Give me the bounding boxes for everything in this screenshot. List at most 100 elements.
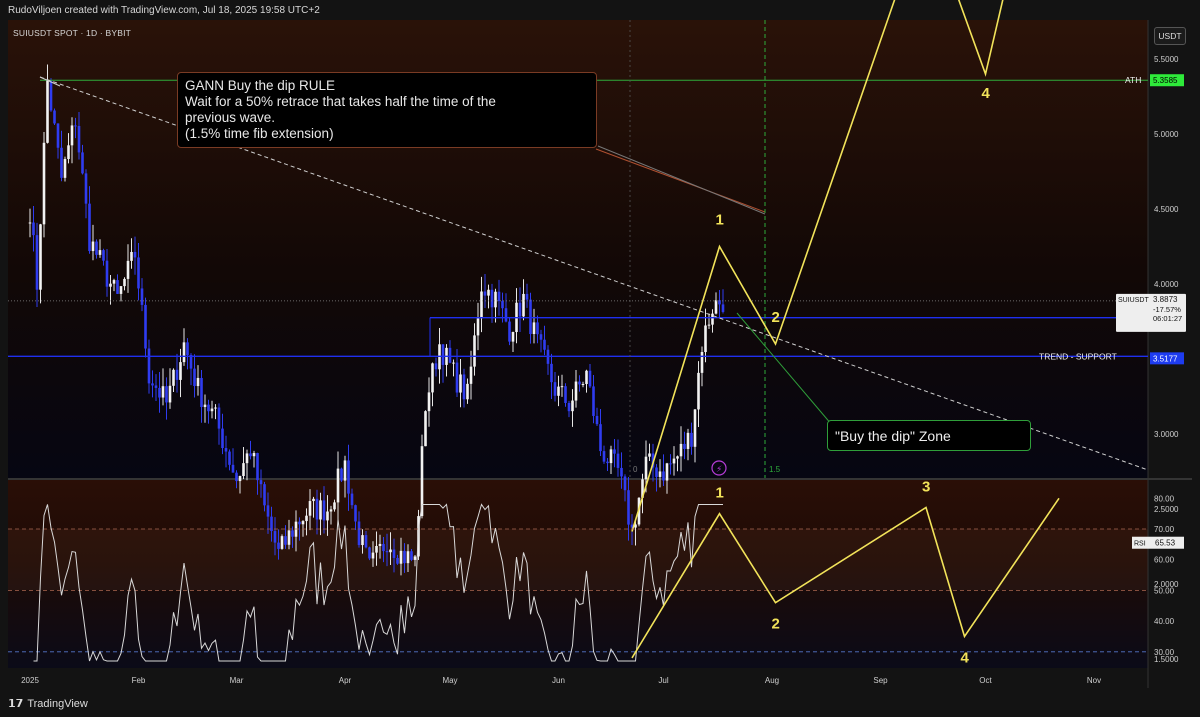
tradingview-footer[interactable]: 𝟭𝟳 TradingView <box>8 697 88 710</box>
candle-body <box>448 347 452 363</box>
candle-body <box>672 458 676 464</box>
candle-body <box>574 381 578 401</box>
price-tick-label: 5.0000 <box>1154 130 1179 139</box>
candle-body <box>557 386 560 396</box>
candle-body <box>46 80 49 143</box>
candle-body <box>473 335 476 367</box>
chart-credit: RudoViljoen created with TradingView.com… <box>8 5 320 16</box>
x-tick-label: Aug <box>765 676 779 685</box>
candle-body <box>389 549 392 553</box>
candle-body <box>95 241 98 255</box>
candle-body <box>497 291 501 302</box>
x-tick-label: Apr <box>339 676 352 685</box>
candle-body <box>686 432 690 449</box>
candle-body <box>238 476 242 482</box>
gann-line-4: (1.5% time fib extension) <box>185 126 334 141</box>
candle-body <box>130 251 133 261</box>
candle-body <box>382 543 385 552</box>
candle-body <box>413 556 417 560</box>
candle-body <box>490 289 494 308</box>
candle-body <box>28 222 32 224</box>
currency-button[interactable]: USDT <box>1154 27 1186 45</box>
candle-body <box>693 409 697 447</box>
candle-body <box>182 342 186 363</box>
gann-line-1: GANN Buy the dip RULE <box>185 78 336 93</box>
candle-body <box>245 453 249 464</box>
candle-body <box>385 551 389 553</box>
rsi-tick-label: 30.00 <box>1154 648 1175 657</box>
candle-body <box>312 498 315 502</box>
candle-body <box>424 411 427 447</box>
gann-line-2: Wait for a 50% retrace that takes half t… <box>185 94 496 109</box>
candle-body <box>126 260 130 279</box>
candle-body <box>84 173 88 204</box>
candle-body <box>361 535 364 546</box>
candle-body <box>560 386 564 388</box>
candle-body <box>357 521 361 546</box>
candle-body <box>315 498 319 520</box>
candle-body <box>466 383 469 400</box>
candle-body <box>375 545 378 553</box>
rsi-wave-label: 3 <box>922 479 930 496</box>
candle-body <box>564 386 567 403</box>
price-wave-label: 1 <box>716 212 724 229</box>
candle-body <box>469 366 473 384</box>
symbol-title: SUIUSDT SPOT · 1D · BYBIT <box>13 28 132 38</box>
x-tick-label: 2025 <box>21 676 39 685</box>
candle-body <box>116 280 119 294</box>
x-tick-label: May <box>442 676 457 685</box>
candle-body <box>721 304 725 312</box>
candle-body <box>119 286 123 294</box>
candle-body <box>676 456 679 459</box>
candle-body <box>172 369 175 386</box>
candle-body <box>322 500 326 521</box>
rsi-tick-label: 60.00 <box>1154 556 1175 565</box>
price-wave-label: 4 <box>982 85 991 102</box>
candle-body <box>350 493 354 506</box>
candle-body <box>273 531 277 543</box>
candle-body <box>511 332 515 342</box>
candle-body <box>221 428 224 449</box>
candle-body <box>592 386 595 416</box>
tradingview-logo-icon: 𝟭𝟳 <box>8 698 24 710</box>
candle-body <box>175 369 179 380</box>
price-tick-label: 4.0000 <box>1154 280 1179 289</box>
candle-body <box>707 324 711 326</box>
x-tick-label: Oct <box>979 676 992 685</box>
candle-body <box>462 374 466 400</box>
candle-body <box>123 278 126 287</box>
candle-body <box>256 453 259 481</box>
candle-body <box>249 453 252 457</box>
candle-body <box>441 344 445 365</box>
candle-body <box>483 291 487 296</box>
candle-body <box>627 490 630 525</box>
candle-body <box>333 502 336 510</box>
candle-body <box>91 241 95 252</box>
candle-body <box>60 147 63 178</box>
candle-body <box>623 476 627 491</box>
candle-body <box>494 291 497 308</box>
x-tick-label: Mar <box>230 676 244 685</box>
candle-body <box>588 370 592 387</box>
candle-body <box>179 362 182 380</box>
candle-body <box>431 363 434 393</box>
candle-body <box>679 443 683 457</box>
rsi-name-text: RSI <box>1134 541 1146 548</box>
candle-body <box>662 471 665 481</box>
candle-body <box>305 515 308 522</box>
candle-body <box>539 334 543 340</box>
candle-body <box>697 372 700 410</box>
candle-body <box>203 404 207 408</box>
candle-body <box>280 536 284 549</box>
candle-body <box>98 250 102 255</box>
candle-body <box>399 550 403 564</box>
candle-body <box>571 400 574 412</box>
candle-body <box>56 123 60 148</box>
candle-body <box>39 224 42 290</box>
candle-body <box>522 293 525 317</box>
candle-body <box>700 352 704 373</box>
candle-body <box>252 453 256 457</box>
candle-body <box>235 472 238 482</box>
candle-body <box>518 302 522 317</box>
candle-body <box>364 535 368 548</box>
